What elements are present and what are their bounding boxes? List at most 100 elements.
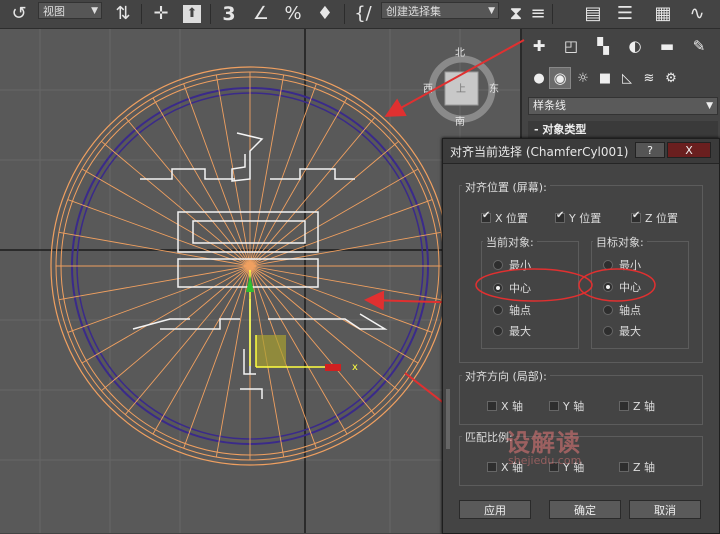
ok-button[interactable]: 确定 <box>549 500 621 519</box>
radio-label: 最大 <box>509 325 531 338</box>
toolbar-divider <box>344 4 345 24</box>
angle-snap-icon[interactable]: ∠ <box>248 0 274 28</box>
pivot-icon[interactable]: ⇅ <box>110 0 136 28</box>
viewcube-face-label: 上 <box>456 83 466 95</box>
toolbar-divider <box>552 4 553 24</box>
utilities-tab-icon[interactable]: ✎ <box>688 35 710 57</box>
toolbar-divider <box>210 4 211 24</box>
watermark-url: shejiedu.com <box>508 454 582 467</box>
cancel-button[interactable]: 取消 <box>629 500 701 519</box>
main-toolbar: ↺ 视图 ▼ ⇅ ✛ ⬆ 3 ∠ % ♦ {/ 创建选择集 ▼ ⧗ ≡ ▤ ☰ … <box>0 0 720 29</box>
display-tab-icon[interactable]: ▬ <box>656 35 678 57</box>
current-min-radio[interactable]: 最小 <box>493 257 531 273</box>
viewcube-north: 北 <box>455 47 465 59</box>
layer-manager-icon[interactable]: ☰ <box>612 0 638 28</box>
dialog-scrollbar[interactable] <box>446 389 450 449</box>
target-min-radio[interactable]: 最小 <box>603 257 641 273</box>
chevron-down-icon: ▼ <box>488 6 495 16</box>
create-tab-icon[interactable]: ✚ <box>528 35 550 57</box>
viewcube-south: 南 <box>455 115 465 128</box>
object-type-rollout[interactable]: - 对象类型 <box>528 121 718 138</box>
view-select[interactable]: 视图 ▼ <box>38 2 102 19</box>
checkbox-label: Z 轴 <box>633 461 656 474</box>
motion-tab-icon[interactable]: ◐ <box>624 35 646 57</box>
chevron-down-icon: ▼ <box>91 6 98 16</box>
import-icon[interactable]: ⬆ <box>180 0 204 28</box>
orient-y-checkbox[interactable]: Y 轴 <box>549 398 584 414</box>
align-icon[interactable]: ≡ <box>528 0 548 28</box>
scene-explorer-icon[interactable]: ▤ <box>580 0 606 28</box>
named-selection-set-select[interactable]: 创建选择集 ▼ <box>381 2 499 19</box>
cameras-icon[interactable]: ■ <box>594 67 616 89</box>
target-pivot-radio[interactable]: 轴点 <box>603 302 641 318</box>
radio-dot <box>493 260 503 270</box>
radio-dot <box>603 305 613 315</box>
systems-icon[interactable]: ⚙ <box>660 67 682 89</box>
lights-icon[interactable]: ☼ <box>572 67 594 89</box>
viewcube-east: 东 <box>489 82 499 95</box>
radio-dot <box>603 260 613 270</box>
shape-category-value: 样条线 <box>533 99 566 112</box>
help-icon: ? <box>647 143 653 157</box>
radio-label: 轴点 <box>509 304 531 317</box>
radio-dot <box>493 326 503 336</box>
radio-label: 轴点 <box>619 304 641 317</box>
ok-label: 确定 <box>574 503 596 517</box>
shapes-icon[interactable]: ◉ <box>549 67 571 89</box>
current-pivot-radio[interactable]: 轴点 <box>493 302 531 318</box>
chevron-down-icon: ▼ <box>706 101 713 111</box>
checkbox-box <box>481 210 491 223</box>
mirror-icon[interactable]: ⧗ <box>506 0 526 28</box>
space-warps-icon[interactable]: ≋ <box>638 67 660 89</box>
checkbox-label: Y 位置 <box>569 212 602 225</box>
geometry-icon[interactable]: ● <box>528 67 550 89</box>
radio-label: 中心 <box>509 282 531 295</box>
named-selection-set-value: 创建选择集 <box>386 5 441 18</box>
close-icon: X <box>685 143 693 157</box>
gizmo-x-label: x <box>352 362 358 373</box>
view-select-value: 视图 <box>43 5 65 18</box>
scale-z-checkbox[interactable]: Z 轴 <box>619 459 655 475</box>
helpers-icon[interactable]: ◺ <box>616 67 638 89</box>
modify-tab-icon[interactable]: ◰ <box>560 35 582 57</box>
radio-dot <box>493 305 503 315</box>
align-selection-dialog: 对齐当前选择 (ChamferCyl001) ? X 对齐位置 (屏幕): X … <box>442 138 720 534</box>
radio-label: 最小 <box>509 259 531 272</box>
checkbox-label: Z 位置 <box>645 212 679 225</box>
edit-named-selection-icon[interactable]: {/ <box>350 0 376 28</box>
help-button[interactable]: ? <box>635 142 665 158</box>
shape-category-select[interactable]: 样条线 ▼ <box>528 97 718 115</box>
curve-editor-icon[interactable]: ∿ <box>684 0 710 28</box>
spinner-snap-icon[interactable]: ♦ <box>312 0 338 28</box>
apply-label: 应用 <box>484 503 506 517</box>
checkbox-box <box>555 210 565 223</box>
radio-dot <box>603 282 613 292</box>
checkbox-label: Y 轴 <box>563 400 585 413</box>
dialog-title: 对齐当前选择 (ChamferCyl001) <box>450 145 629 159</box>
y-position-checkbox[interactable]: Y 位置 <box>555 210 601 226</box>
current-max-radio[interactable]: 最大 <box>493 323 531 339</box>
radio-label: 最大 <box>619 325 641 338</box>
checkbox-box <box>619 462 629 472</box>
percent-snap-icon[interactable]: % <box>280 0 306 28</box>
close-button[interactable]: X <box>667 142 711 158</box>
viewcube[interactable]: 上 北 西 东 南 <box>423 47 499 128</box>
ribbon-icon[interactable]: ▦ <box>650 0 676 28</box>
current-center-radio[interactable]: 中心 <box>493 280 531 296</box>
undo-icon[interactable]: ↺ <box>6 0 32 28</box>
target-center-radio[interactable]: 中心 <box>603 279 641 295</box>
select-move-icon[interactable]: ✛ <box>148 0 174 28</box>
orient-z-checkbox[interactable]: Z 轴 <box>619 398 655 414</box>
x-position-checkbox[interactable]: X 位置 <box>481 210 528 226</box>
checkbox-box <box>487 401 497 411</box>
rollout-title: 对象类型 <box>542 123 587 136</box>
checkbox-box <box>631 210 641 223</box>
snap-toggle-icon[interactable]: 3 <box>216 0 242 28</box>
orient-x-checkbox[interactable]: X 轴 <box>487 398 523 414</box>
z-position-checkbox[interactable]: Z 位置 <box>631 210 678 226</box>
apply-button[interactable]: 应用 <box>459 500 531 519</box>
hierarchy-tab-icon[interactable]: ▚ <box>592 35 614 57</box>
target-max-radio[interactable]: 最大 <box>603 323 641 339</box>
watermark-logo: 设解读 <box>506 428 581 457</box>
dialog-titlebar[interactable]: 对齐当前选择 (ChamferCyl001) ? X <box>443 139 719 164</box>
